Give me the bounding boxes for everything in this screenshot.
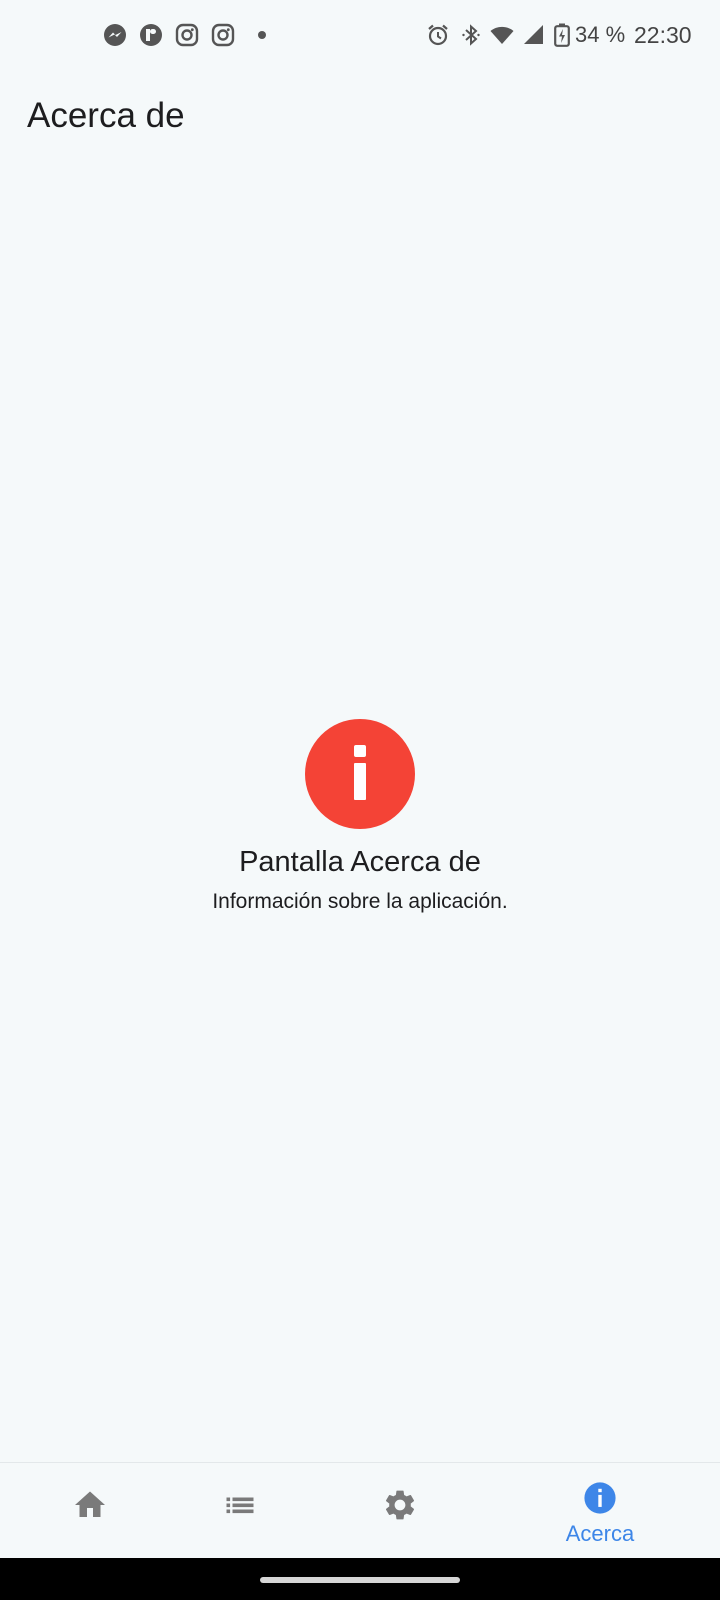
status-bar: 34 % 22:30 (0, 0, 720, 70)
bottom-navigation: Acerca (0, 1462, 720, 1559)
status-time: 22:30 (634, 22, 692, 48)
nav-item-list[interactable] (150, 1463, 330, 1559)
nav-item-settings[interactable] (310, 1463, 490, 1559)
page-title: Acerca de (27, 96, 185, 135)
home-icon (72, 1487, 108, 1523)
battery-charging-icon (554, 23, 570, 47)
screen-heading: Pantalla Acerca de (239, 846, 481, 878)
bluetooth-icon (459, 23, 483, 47)
more-notifications-dot (258, 31, 266, 39)
nav-item-acerca[interactable]: Acerca (510, 1463, 690, 1559)
info-icon (305, 719, 415, 829)
instagram-icon (211, 23, 235, 47)
battery-percentage: 34 % (575, 22, 626, 47)
flipboard-icon (139, 23, 163, 47)
list-icon (222, 1487, 258, 1523)
instagram-icon (175, 23, 199, 47)
cellular-signal-icon (522, 23, 546, 47)
wifi-icon (490, 23, 514, 47)
home-gesture-handle[interactable] (260, 1577, 460, 1583)
alarm-icon (426, 23, 450, 47)
nav-label-acerca: Acerca (565, 1521, 635, 1546)
messenger-icon (103, 23, 127, 47)
info-icon (583, 1481, 617, 1515)
system-navigation-bar (0, 1558, 720, 1600)
settings-icon (382, 1487, 418, 1523)
screen-description: Información sobre la aplicación. (212, 890, 508, 913)
